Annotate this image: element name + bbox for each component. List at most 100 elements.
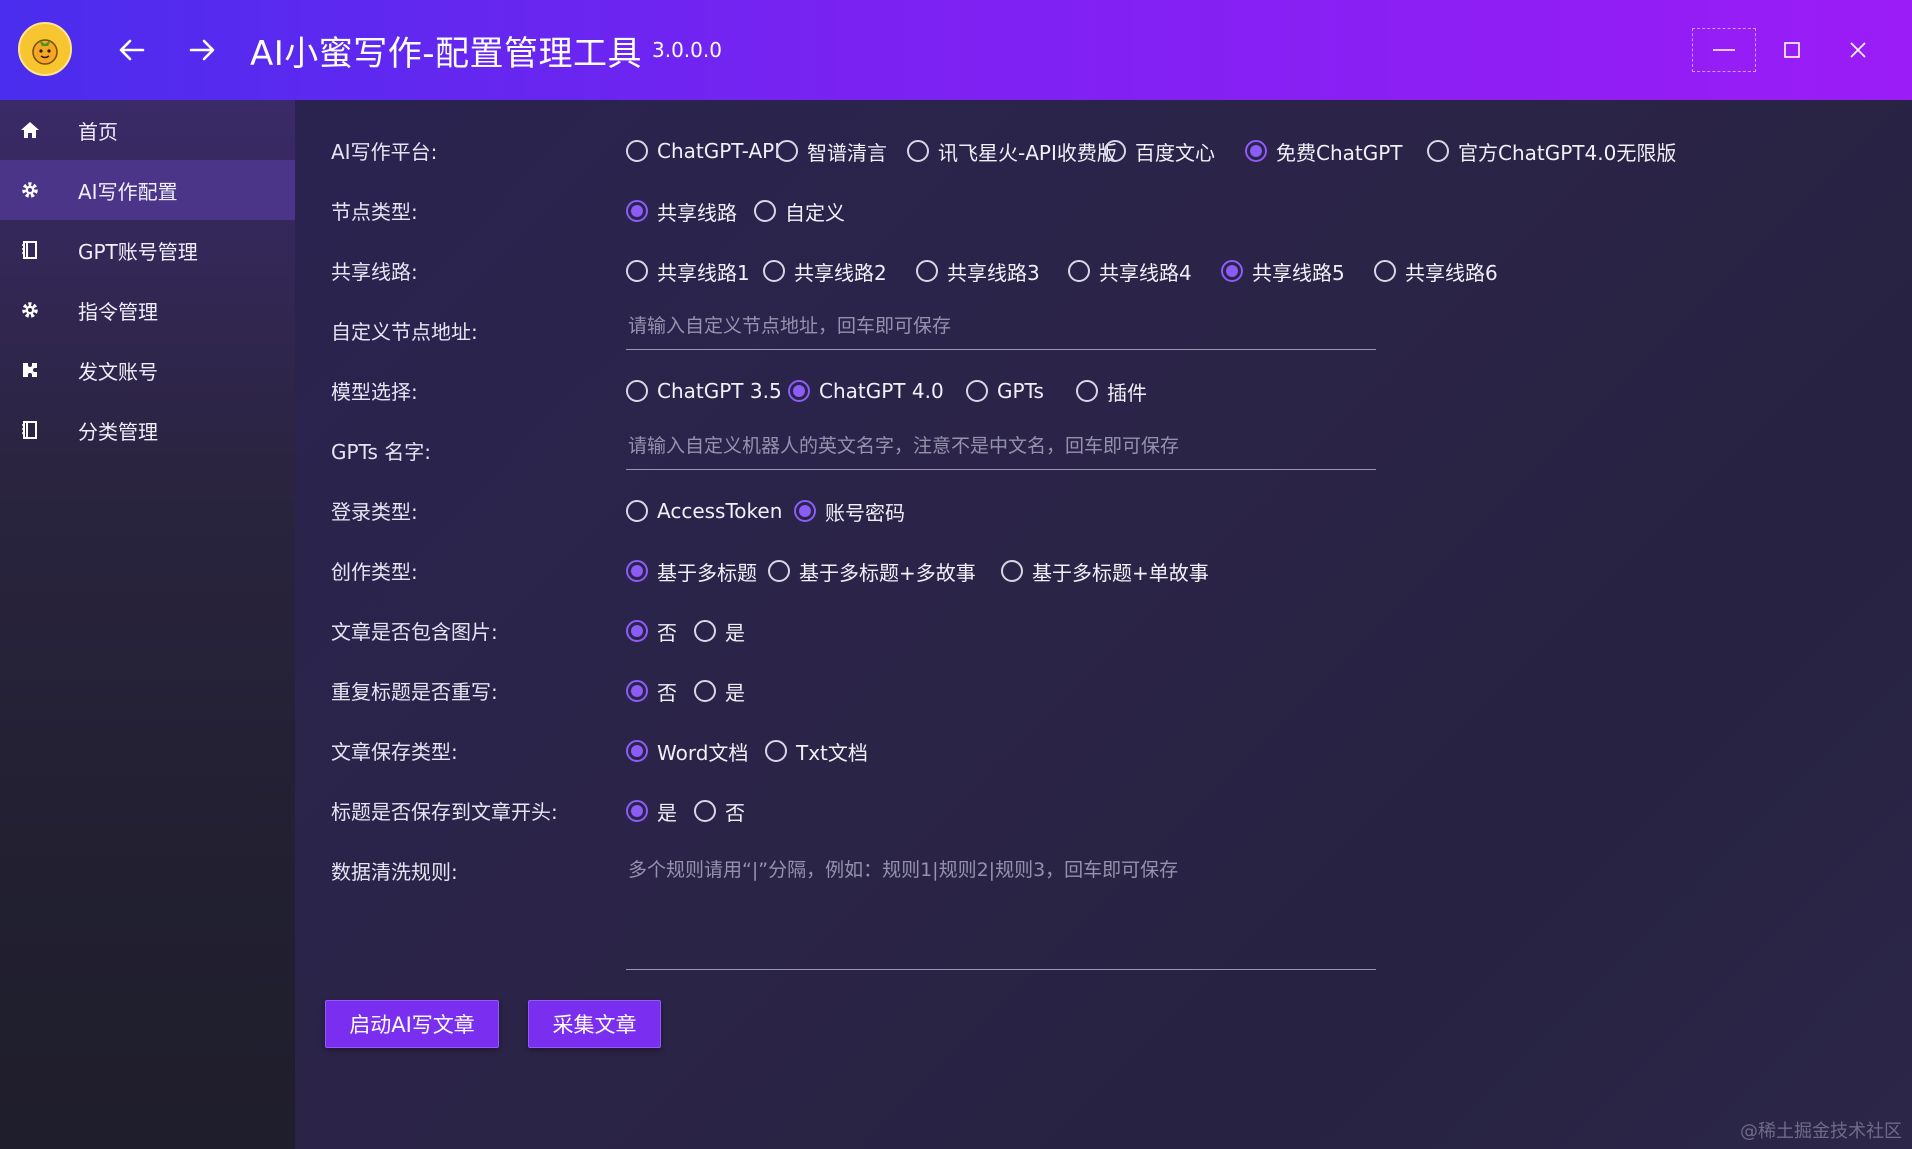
shared-line-option[interactable]: 共享线路5 — [1221, 256, 1345, 286]
radio-circle — [626, 680, 648, 702]
forward-arrow-icon[interactable] — [180, 28, 224, 72]
sidebar-item-label: 发文账号 — [78, 359, 158, 384]
sidebar-item-label: 指令管理 — [78, 299, 158, 324]
minimize-icon — [1713, 49, 1735, 51]
sidebar-item-categories[interactable]: 分类管理 — [0, 400, 295, 460]
save-type-option[interactable]: Word文档 — [626, 736, 748, 766]
platform-label: AI写作平台: — [331, 140, 438, 164]
app-version: 3.0.0.0 — [652, 38, 722, 62]
include-image-option[interactable]: 否 — [626, 616, 677, 646]
sidebar-item-home[interactable]: 首页 — [0, 100, 295, 160]
sidebar-item-commands[interactable]: 指令管理 — [0, 280, 295, 340]
rewrite-title-option[interactable]: 否 — [626, 676, 677, 706]
radio-circle — [626, 380, 648, 402]
sidebar-item-label: 分类管理 — [78, 419, 158, 444]
minimize-button[interactable] — [1692, 28, 1756, 72]
radio-circle — [1221, 260, 1243, 282]
back-arrow-icon[interactable] — [110, 28, 154, 72]
sidebar-item-label: GPT账号管理 — [78, 239, 198, 264]
home-icon — [19, 119, 41, 141]
sidebar: 首页 AI写作配置 GPT账号管理 指令管理 发文账号 分类管理 — [0, 100, 295, 1149]
node-type-option[interactable]: 自定义 — [754, 196, 845, 226]
radio-circle — [1427, 140, 1449, 162]
radio-circle — [694, 680, 716, 702]
model-option[interactable]: 插件 — [1076, 376, 1147, 406]
rewrite-title-option[interactable]: 是 — [694, 676, 745, 706]
title-at-start-option[interactable]: 是 — [626, 796, 677, 826]
collect-articles-button[interactable]: 采集文章 — [528, 1000, 661, 1048]
model-option[interactable]: ChatGPT 4.0 — [788, 376, 944, 406]
radio-circle — [694, 800, 716, 822]
title-at-start-label: 标题是否保存到文章开头: — [331, 800, 558, 824]
shared-line-option[interactable]: 共享线路1 — [626, 256, 750, 286]
login-type-label: 登录类型: — [331, 500, 418, 524]
start-ai-writing-button[interactable]: 启动AI写文章 — [325, 1000, 499, 1048]
model-option[interactable]: GPTs — [966, 376, 1044, 406]
login-type-option[interactable]: AccessToken — [626, 496, 782, 526]
radio-circle — [626, 560, 648, 582]
shared-line-option[interactable]: 共享线路2 — [763, 256, 887, 286]
sidebar-item-gpt-accounts[interactable]: GPT账号管理 — [0, 220, 295, 280]
platform-option[interactable]: 百度文心 — [1104, 136, 1215, 166]
create-type-option[interactable]: 基于多标题 — [626, 556, 757, 586]
gpts-name-label: GPTs 名字: — [331, 440, 431, 464]
clean-rules-label: 数据清洗规则: — [331, 860, 458, 884]
close-icon — [1850, 42, 1866, 58]
shared-line-label: 共享线路: — [331, 260, 418, 284]
app-logo-icon — [18, 22, 72, 76]
include-image-option[interactable]: 是 — [694, 616, 745, 646]
radio-circle — [754, 200, 776, 222]
platform-option[interactable]: 智谱清言 — [776, 136, 887, 166]
create-type-option[interactable]: 基于多标题+单故事 — [1001, 556, 1209, 586]
config-form: AI写作平台: ChatGPT-API 智谱清言 讯飞星火-API收费版 百度文… — [295, 100, 1912, 1149]
clean-rules-textarea[interactable] — [626, 856, 1376, 970]
shared-line-option[interactable]: 共享线路3 — [916, 256, 1040, 286]
radio-circle — [966, 380, 988, 402]
model-option[interactable]: ChatGPT 3.5 — [626, 376, 782, 406]
app-title: AI小蜜写作-配置管理工具 — [250, 34, 643, 74]
node-type-label: 节点类型: — [331, 200, 418, 224]
radio-circle — [788, 380, 810, 402]
title-bar: AI小蜜写作-配置管理工具 3.0.0.0 — [0, 0, 1912, 100]
sidebar-item-publish-accounts[interactable]: 发文账号 — [0, 340, 295, 400]
title-at-start-option[interactable]: 否 — [694, 796, 745, 826]
sidebar-item-label: 首页 — [78, 119, 118, 144]
radio-circle — [626, 140, 648, 162]
gpts-name-input[interactable] — [626, 430, 1376, 470]
maximize-button[interactable] — [1760, 28, 1824, 72]
radio-circle — [907, 140, 929, 162]
gear-icon — [19, 179, 41, 201]
book-icon — [19, 419, 41, 441]
radio-circle — [626, 740, 648, 762]
close-button[interactable] — [1826, 28, 1890, 72]
radio-circle — [1245, 140, 1267, 162]
shared-line-option[interactable]: 共享线路4 — [1068, 256, 1192, 286]
radio-circle — [626, 620, 648, 642]
watermark: @稀土掘金技术社区 — [1740, 1121, 1902, 1142]
save-type-label: 文章保存类型: — [331, 740, 458, 764]
maximize-icon — [1784, 42, 1800, 58]
radio-circle — [1076, 380, 1098, 402]
custom-node-input[interactable] — [626, 310, 1376, 350]
create-type-option[interactable]: 基于多标题+多故事 — [768, 556, 976, 586]
radio-circle — [626, 800, 648, 822]
sidebar-item-ai-writing-config[interactable]: AI写作配置 — [0, 160, 295, 220]
model-label: 模型选择: — [331, 380, 418, 404]
shared-line-option[interactable]: 共享线路6 — [1374, 256, 1498, 286]
custom-node-label: 自定义节点地址: — [331, 320, 478, 344]
login-type-option[interactable]: 账号密码 — [794, 496, 905, 526]
platform-option[interactable]: 官方ChatGPT4.0无限版 — [1427, 136, 1676, 166]
save-type-option[interactable]: Txt文档 — [765, 736, 868, 766]
radio-circle — [1104, 140, 1126, 162]
platform-option[interactable]: 讯飞星火-API收费版 — [907, 136, 1117, 166]
rewrite-title-label: 重复标题是否重写: — [331, 680, 498, 704]
create-type-label: 创作类型: — [331, 560, 418, 584]
puzzle-icon — [19, 359, 41, 381]
radio-circle — [1068, 260, 1090, 282]
platform-option[interactable]: ChatGPT-API — [626, 136, 780, 166]
platform-option[interactable]: 免费ChatGPT — [1245, 136, 1403, 166]
gear-icon — [19, 299, 41, 321]
radio-circle — [776, 140, 798, 162]
node-type-option[interactable]: 共享线路 — [626, 196, 737, 226]
include-image-label: 文章是否包含图片: — [331, 620, 498, 644]
